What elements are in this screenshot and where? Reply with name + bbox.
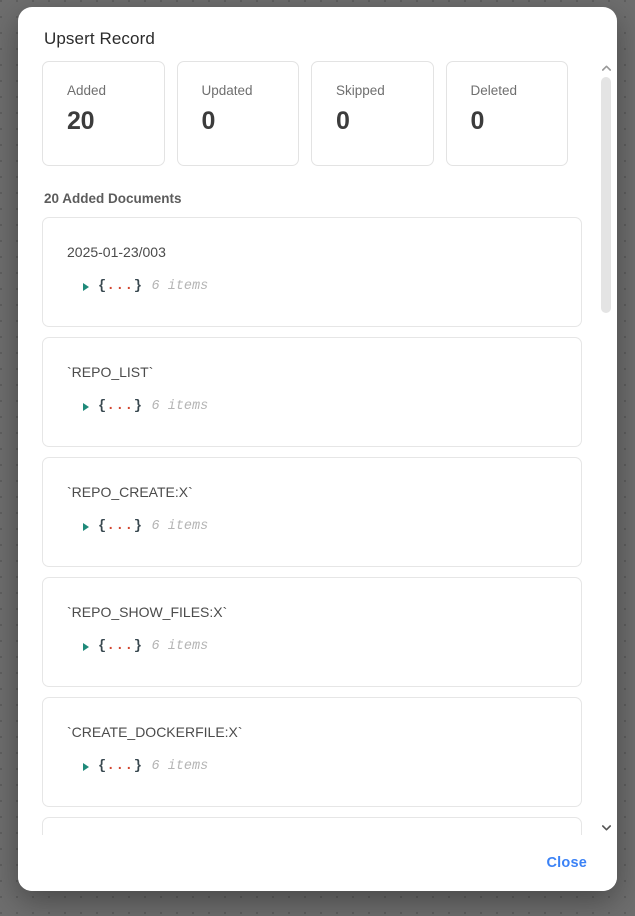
document-key: `REPO_CREATE:X` — [67, 484, 193, 500]
stat-label: Updated — [201, 83, 253, 98]
json-items-count: 6 items — [151, 519, 209, 534]
added-documents-heading: 20 Added Documents — [44, 191, 182, 206]
json-brace-dots: ... — [106, 519, 134, 534]
triangle-right-icon[interactable] — [83, 523, 89, 531]
stat-card-added: Added 20 — [42, 61, 165, 166]
stat-card-deleted: Deleted 0 — [445, 61, 568, 166]
stat-card-skipped: Skipped 0 — [311, 61, 434, 166]
document-key: `CREATE_DOCKERFILE:X` — [67, 724, 243, 740]
summary-stats: Added 20 Updated 0 Skipped 0 Deleted 0 — [42, 61, 598, 166]
stat-value: 20 — [67, 107, 95, 135]
document-key: 2025-01-23/003 — [67, 244, 166, 260]
document-card[interactable]: `REPO_CREATE:X` {...} 6 items — [42, 457, 582, 567]
json-tree-root[interactable]: {...} 6 items — [67, 518, 581, 536]
triangle-right-icon[interactable] — [83, 643, 89, 651]
document-key: `REPO_LIST` — [67, 364, 154, 380]
document-card[interactable]: `CREATE_DOCKERFILE:X` {...} 6 items — [42, 697, 582, 807]
json-brace-close: } — [133, 639, 143, 654]
page-title: Upsert Record — [44, 29, 155, 48]
stat-value: 0 — [336, 107, 350, 135]
document-card[interactable]: `REPO_SHOW_FILES:X` {...} 6 items — [42, 577, 582, 687]
document-card[interactable] — [42, 817, 582, 835]
modal-footer: Close — [18, 835, 617, 891]
json-brace-close: } — [133, 759, 143, 774]
stat-value: 0 — [470, 107, 485, 135]
close-button[interactable]: Close — [545, 849, 590, 877]
json-items-count: 6 items — [151, 399, 209, 414]
json-brace-close: } — [133, 279, 143, 294]
json-tree-root[interactable]: {...} 6 items — [67, 278, 581, 296]
triangle-right-icon[interactable] — [83, 403, 89, 411]
document-card[interactable]: `REPO_LIST` {...} 6 items — [42, 337, 582, 447]
json-items-count: 6 items — [151, 759, 209, 774]
triangle-right-icon[interactable] — [83, 283, 89, 291]
stat-label: Deleted — [470, 83, 518, 98]
stat-card-updated: Updated 0 — [176, 61, 299, 166]
document-card[interactable]: 2025-01-23/003 {...} 6 items — [42, 217, 582, 327]
scrollbar[interactable] — [598, 61, 614, 835]
chevron-up-icon[interactable] — [598, 61, 614, 75]
json-tree-root[interactable]: {...} 6 items — [67, 398, 581, 416]
json-tree-root[interactable]: {...} 6 items — [67, 758, 581, 776]
json-brace-dots: ... — [106, 279, 134, 294]
json-items-count: 6 items — [151, 639, 209, 654]
stat-value: 0 — [201, 107, 216, 135]
scroll-content: Added 20 Updated 0 Skipped 0 Deleted 0 2… — [18, 61, 598, 835]
json-brace-dots: ... — [106, 399, 134, 414]
json-brace-dots: ... — [106, 759, 134, 774]
scrollbar-thumb[interactable] — [601, 77, 611, 313]
json-brace-open: { — [98, 519, 107, 534]
json-items-count: 6 items — [151, 279, 209, 294]
json-brace-open: { — [98, 639, 107, 654]
json-brace-dots: ... — [106, 639, 134, 654]
stat-label: Skipped — [336, 83, 385, 98]
document-key: `REPO_SHOW_FILES:X` — [67, 604, 228, 620]
chevron-down-icon[interactable] — [598, 821, 614, 835]
triangle-right-icon[interactable] — [83, 763, 89, 771]
json-brace-open: { — [98, 399, 107, 414]
modal-scroll-region[interactable]: Added 20 Updated 0 Skipped 0 Deleted 0 2… — [18, 61, 617, 835]
json-brace-close: } — [133, 399, 143, 414]
json-tree-root[interactable]: {...} 6 items — [67, 638, 581, 656]
stat-label: Added — [67, 83, 107, 98]
json-brace-close: } — [133, 519, 143, 534]
json-brace-open: { — [98, 759, 107, 774]
upsert-record-modal: Upsert Record Added 20 Updated 0 Skipped… — [18, 7, 617, 891]
json-brace-open: { — [98, 279, 107, 294]
